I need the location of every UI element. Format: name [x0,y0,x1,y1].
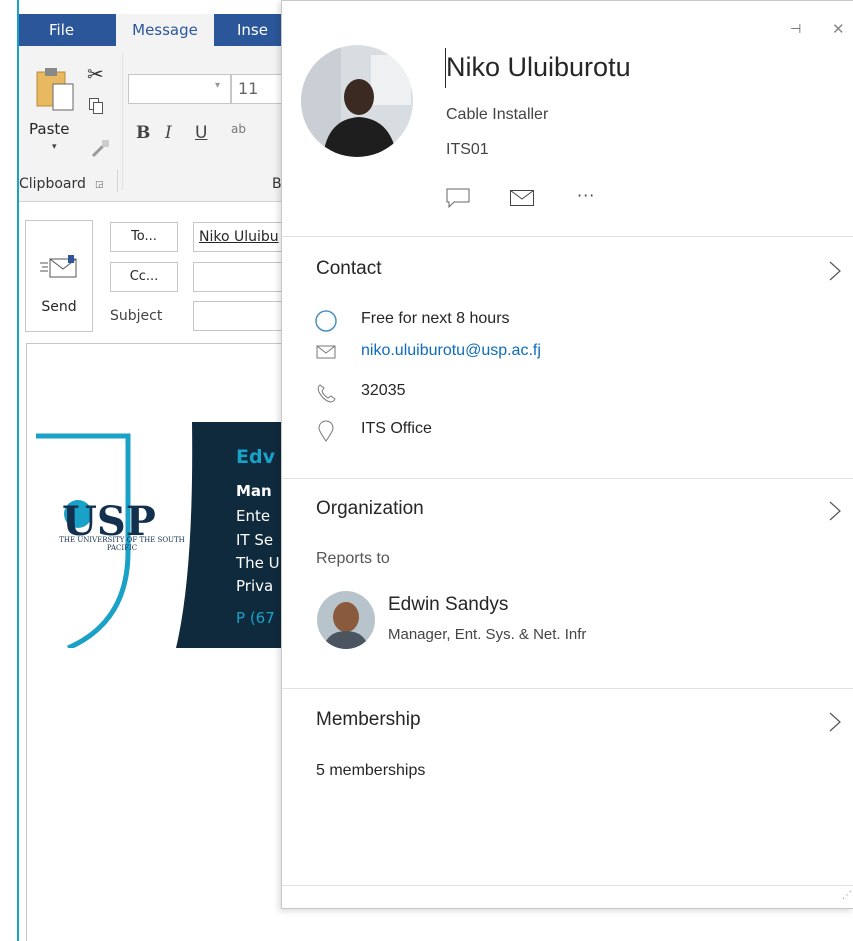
mail-icon[interactable] [510,190,534,206]
membership-count: 5 memberships [316,762,426,779]
format-painter-icon[interactable] [89,138,111,158]
signature-phone: P (67 [236,609,275,627]
section-divider [282,478,853,479]
underline-button[interactable]: U [195,123,207,143]
chat-icon[interactable] [446,188,470,208]
contact-job-title: Cable Installer [446,106,549,123]
tab-message[interactable]: Message [116,14,214,46]
section-divider [282,688,853,689]
reports-to-label: Reports to [316,550,390,567]
tab-insert[interactable]: Inse [237,14,268,46]
subject-field[interactable] [193,301,293,331]
contact-department: ITS01 [446,141,489,158]
section-divider [282,236,853,237]
office-location: ITS Office [361,420,432,437]
copy-icon[interactable] [89,98,103,114]
pin-icon[interactable]: ⊣ [790,22,801,37]
cc-field[interactable] [193,262,293,292]
contact-name: Niko Uluiburotu [446,52,631,82]
section-divider [282,885,853,886]
signature-title: Man [236,482,272,500]
signature-line: Ente [236,507,271,525]
email-link[interactable]: niko.uluiburotu@usp.ac.fj [361,342,541,360]
availability-icon [315,310,337,332]
manager-title: Manager, Ent. Sys. & Net. Infr [388,626,587,643]
clipboard-group-label: Clipboard [19,176,86,192]
paste-button[interactable]: Paste [29,120,70,138]
cc-button[interactable]: Cc... [110,262,178,292]
contact-section-title[interactable]: Contact [316,258,381,280]
chevron-down-icon[interactable]: ▾ [215,80,220,91]
manager-avatar[interactable] [317,591,375,649]
chevron-right-icon[interactable] [829,261,841,281]
send-label: Send [41,299,77,315]
chevron-right-icon[interactable] [829,712,841,732]
ribbon: Paste ▾ ✂ ▾ 11 B I U ab Clipboard ◲ B [19,46,319,202]
paste-icon[interactable] [35,66,75,112]
paste-dropdown-icon[interactable]: ▾ [52,142,57,152]
ribbon-separator [117,170,118,192]
envelope-icon [316,345,336,359]
location-icon [318,420,334,442]
signature-name: Edv [236,446,275,468]
subject-label: Subject [110,308,163,324]
to-button[interactable]: To... [110,222,178,252]
manager-name[interactable]: Edwin Sandys [388,594,508,616]
avatar [301,45,413,157]
resize-grip-icon[interactable]: ⋰ [842,890,852,901]
strikethrough-button[interactable]: ab [231,122,246,136]
dialog-launcher-icon[interactable]: ◲ [95,180,104,190]
usp-logo-subtitle: THE UNIVERSITY OF THE SOUTH PACIFIC [59,536,185,552]
ribbon-tab-bar: File Message Inse [19,14,319,46]
membership-section-title[interactable]: Membership [316,709,421,731]
send-button[interactable]: Send [25,220,93,332]
more-icon[interactable]: ··· [577,186,595,205]
chevron-right-icon[interactable] [829,501,841,521]
availability-status: Free for next 8 hours [361,310,510,327]
to-recipient[interactable]: Niko Uluibu [199,229,279,245]
signature-line: IT Se [236,531,274,549]
bold-button[interactable]: B [136,123,150,143]
tab-file[interactable]: File [49,14,74,46]
close-icon[interactable]: ✕ [832,20,845,38]
cut-icon[interactable]: ✂ [87,62,104,86]
card-border [282,0,853,1]
phone-icon [317,384,336,403]
ribbon-separator [122,54,123,190]
font-size-value: 11 [238,79,259,98]
send-icon [40,255,77,278]
signature-line: The U [236,554,280,572]
organization-section-title[interactable]: Organization [316,498,424,520]
phone-number[interactable]: 32035 [361,382,406,400]
contact-card: ⊣ ✕ Niko Uluiburotu Cable Installer ITS0… [281,0,853,909]
signature-line: Priva [236,577,274,595]
italic-button[interactable]: I [165,123,172,143]
